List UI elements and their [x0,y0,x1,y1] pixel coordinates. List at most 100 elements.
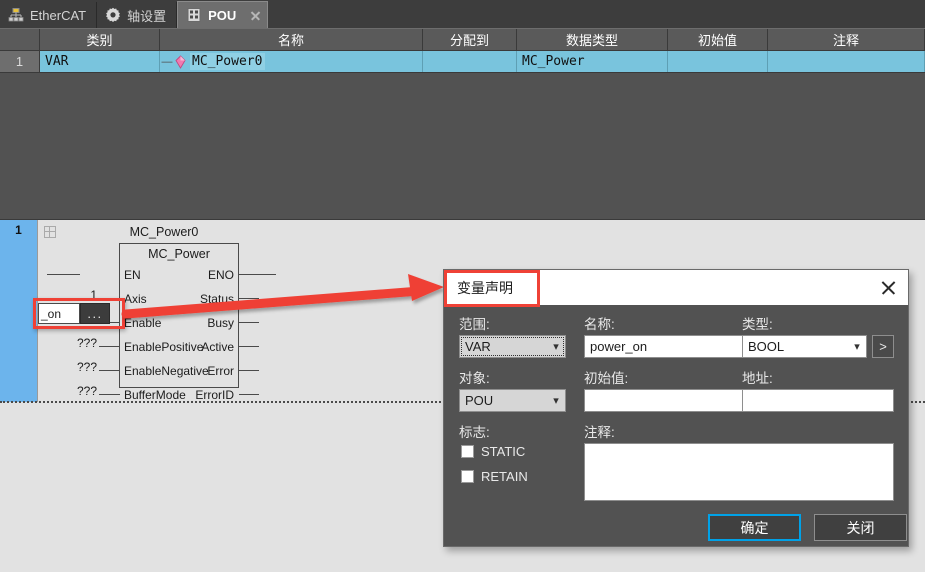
wire-buffermode [99,394,120,395]
wire-active [239,346,259,347]
label-object: 对象: [459,371,490,386]
object-select[interactable]: POU ▾ [459,389,566,412]
network-collapse-icon[interactable] [44,226,56,238]
comment-textarea[interactable] [584,443,894,501]
annotation-highlight-dialog-title [444,270,540,307]
type-browse-button[interactable]: > [872,335,894,358]
function-block-title: MC_Power [148,247,210,261]
cell-name[interactable]: — MC_Power0 [160,51,423,72]
table-header-assigned-to[interactable]: 分配到 [423,29,517,50]
scope-select[interactable]: VAR ▾ [459,335,566,358]
input-pin-axis[interactable]: Axis [124,292,147,306]
output-pin-error[interactable]: Error [207,364,234,378]
table-header-row: 类别 名称 分配到 数据类型 初始值 注释 [0,28,925,51]
checkbox-static[interactable]: STATIC [461,444,525,459]
wire-busy [239,322,259,323]
tab-label: POU [208,7,237,23]
output-pin-eno[interactable]: ENO [208,268,234,282]
input-pin-enablenegative[interactable]: EnableNegative [124,364,209,378]
label-address: 地址: [742,371,773,386]
checkbox-label: STATIC [481,444,526,459]
tab-label: 轴设置 [127,8,167,24]
label-type: 类型: [742,317,773,332]
input-value-enablepositive[interactable]: ??? [61,336,97,350]
ok-button[interactable]: 确定 [708,514,801,541]
variable-declaration-table: 类别 名称 分配到 数据类型 初始值 注释 1 VAR — MC_Power0 [0,28,925,219]
label-flags: 标志: [459,425,490,440]
variable-declaration-dialog: 变量声明 范围: VAR ▾ 名称: power_on 类型: BOOL ▾ >… [443,269,909,547]
table-header-name[interactable]: 名称 [160,29,423,50]
output-pin-errorid[interactable]: ErrorID [195,388,234,402]
network-tree-icon [8,7,24,23]
cell-assigned-to[interactable] [423,51,517,72]
close-button[interactable]: 关闭 [814,514,907,541]
table-header-comment[interactable]: 注释 [768,29,925,50]
output-pin-active[interactable]: Active [201,340,234,354]
input-pin-enable[interactable]: Enable [124,316,161,330]
label-initial-value: 初始值: [584,371,629,386]
variable-diamond-icon [174,54,187,69]
inline-variable-editor[interactable]: _on ... [38,303,110,324]
address-input[interactable] [742,389,894,412]
wire-eno [239,274,276,275]
wire-errorid [239,394,259,395]
pou-editor-window: EtherCAT 轴设置 POU 类别 名称 分配到 数据类型 初始值 注释 1… [0,0,925,572]
table-header-corner [0,29,40,50]
scope-value: VAR [465,339,491,354]
dialog-body: 范围: VAR ▾ 名称: power_on 类型: BOOL ▾ > 对象: … [444,305,908,547]
pou-icon [186,7,202,23]
checkbox-box[interactable] [461,470,474,483]
cell-comment[interactable] [768,51,925,72]
label-scope: 范围: [459,317,490,332]
input-value-enablenegative[interactable]: ??? [61,360,97,374]
table-header-class[interactable]: 类别 [40,29,160,50]
function-block-mc-power[interactable]: MC_Power EN Axis Enable EnablePositive E… [119,243,239,402]
wire-enablenegative [99,370,120,371]
cell-data-type[interactable]: MC_Power [517,51,668,72]
input-pin-en[interactable]: EN [124,268,141,282]
inline-browse-button[interactable]: ... [80,303,110,324]
wire-status [239,298,259,299]
table-empty-area[interactable] [0,73,925,218]
input-pin-buffermode[interactable]: BufferMode [124,388,186,402]
wire-enablepositive [99,346,120,347]
input-value-buffermode[interactable]: ??? [61,384,97,398]
object-value: POU [465,393,494,408]
tree-expander-dash: — [161,55,173,68]
tab-axis-settings[interactable]: 轴设置 [97,2,178,28]
table-header-initial-value[interactable]: 初始值 [668,29,768,50]
close-icon[interactable] [248,8,263,23]
tab-label: EtherCAT [30,7,87,23]
row-number: 1 [0,51,40,72]
checkbox-box[interactable] [461,445,474,458]
type-select[interactable]: BOOL ▾ [742,335,867,358]
checkbox-retain[interactable]: RETAIN [461,469,528,484]
cell-initial-value[interactable] [668,51,768,72]
chevron-down-icon: ▾ [553,395,559,407]
label-name: 名称: [584,317,615,332]
editor-tab-bar: EtherCAT 轴设置 POU [0,0,925,28]
cell-name-text: MC_Power0 [190,53,266,70]
table-row[interactable]: 1 VAR — MC_Power0 MC_Power [0,51,925,73]
tab-ethercat[interactable]: EtherCAT [0,2,98,28]
wire-error [239,370,259,371]
close-icon[interactable] [876,276,900,300]
table-header-data-type[interactable]: 数据类型 [517,29,668,50]
block-instance-name: MC_Power0 [129,225,199,239]
chevron-down-icon: ▾ [553,341,559,353]
input-pin-enablepositive[interactable]: EnablePositive [124,340,203,354]
inline-variable-input[interactable]: _on [38,303,80,324]
name-input[interactable]: power_on [584,335,744,358]
cell-class[interactable]: VAR [40,51,160,72]
chevron-down-icon: ▾ [854,341,860,353]
checkbox-label: RETAIN [481,469,528,484]
output-pin-busy[interactable]: Busy [207,316,234,330]
initial-value-input[interactable] [584,389,744,412]
type-value: BOOL [748,339,785,354]
network-number: 1 [15,223,22,237]
wire-en [47,274,80,275]
output-pin-status[interactable]: Status [200,292,234,306]
label-comment: 注释: [584,425,615,440]
tab-pou[interactable]: POU [177,1,269,28]
gear-icon [105,7,121,23]
